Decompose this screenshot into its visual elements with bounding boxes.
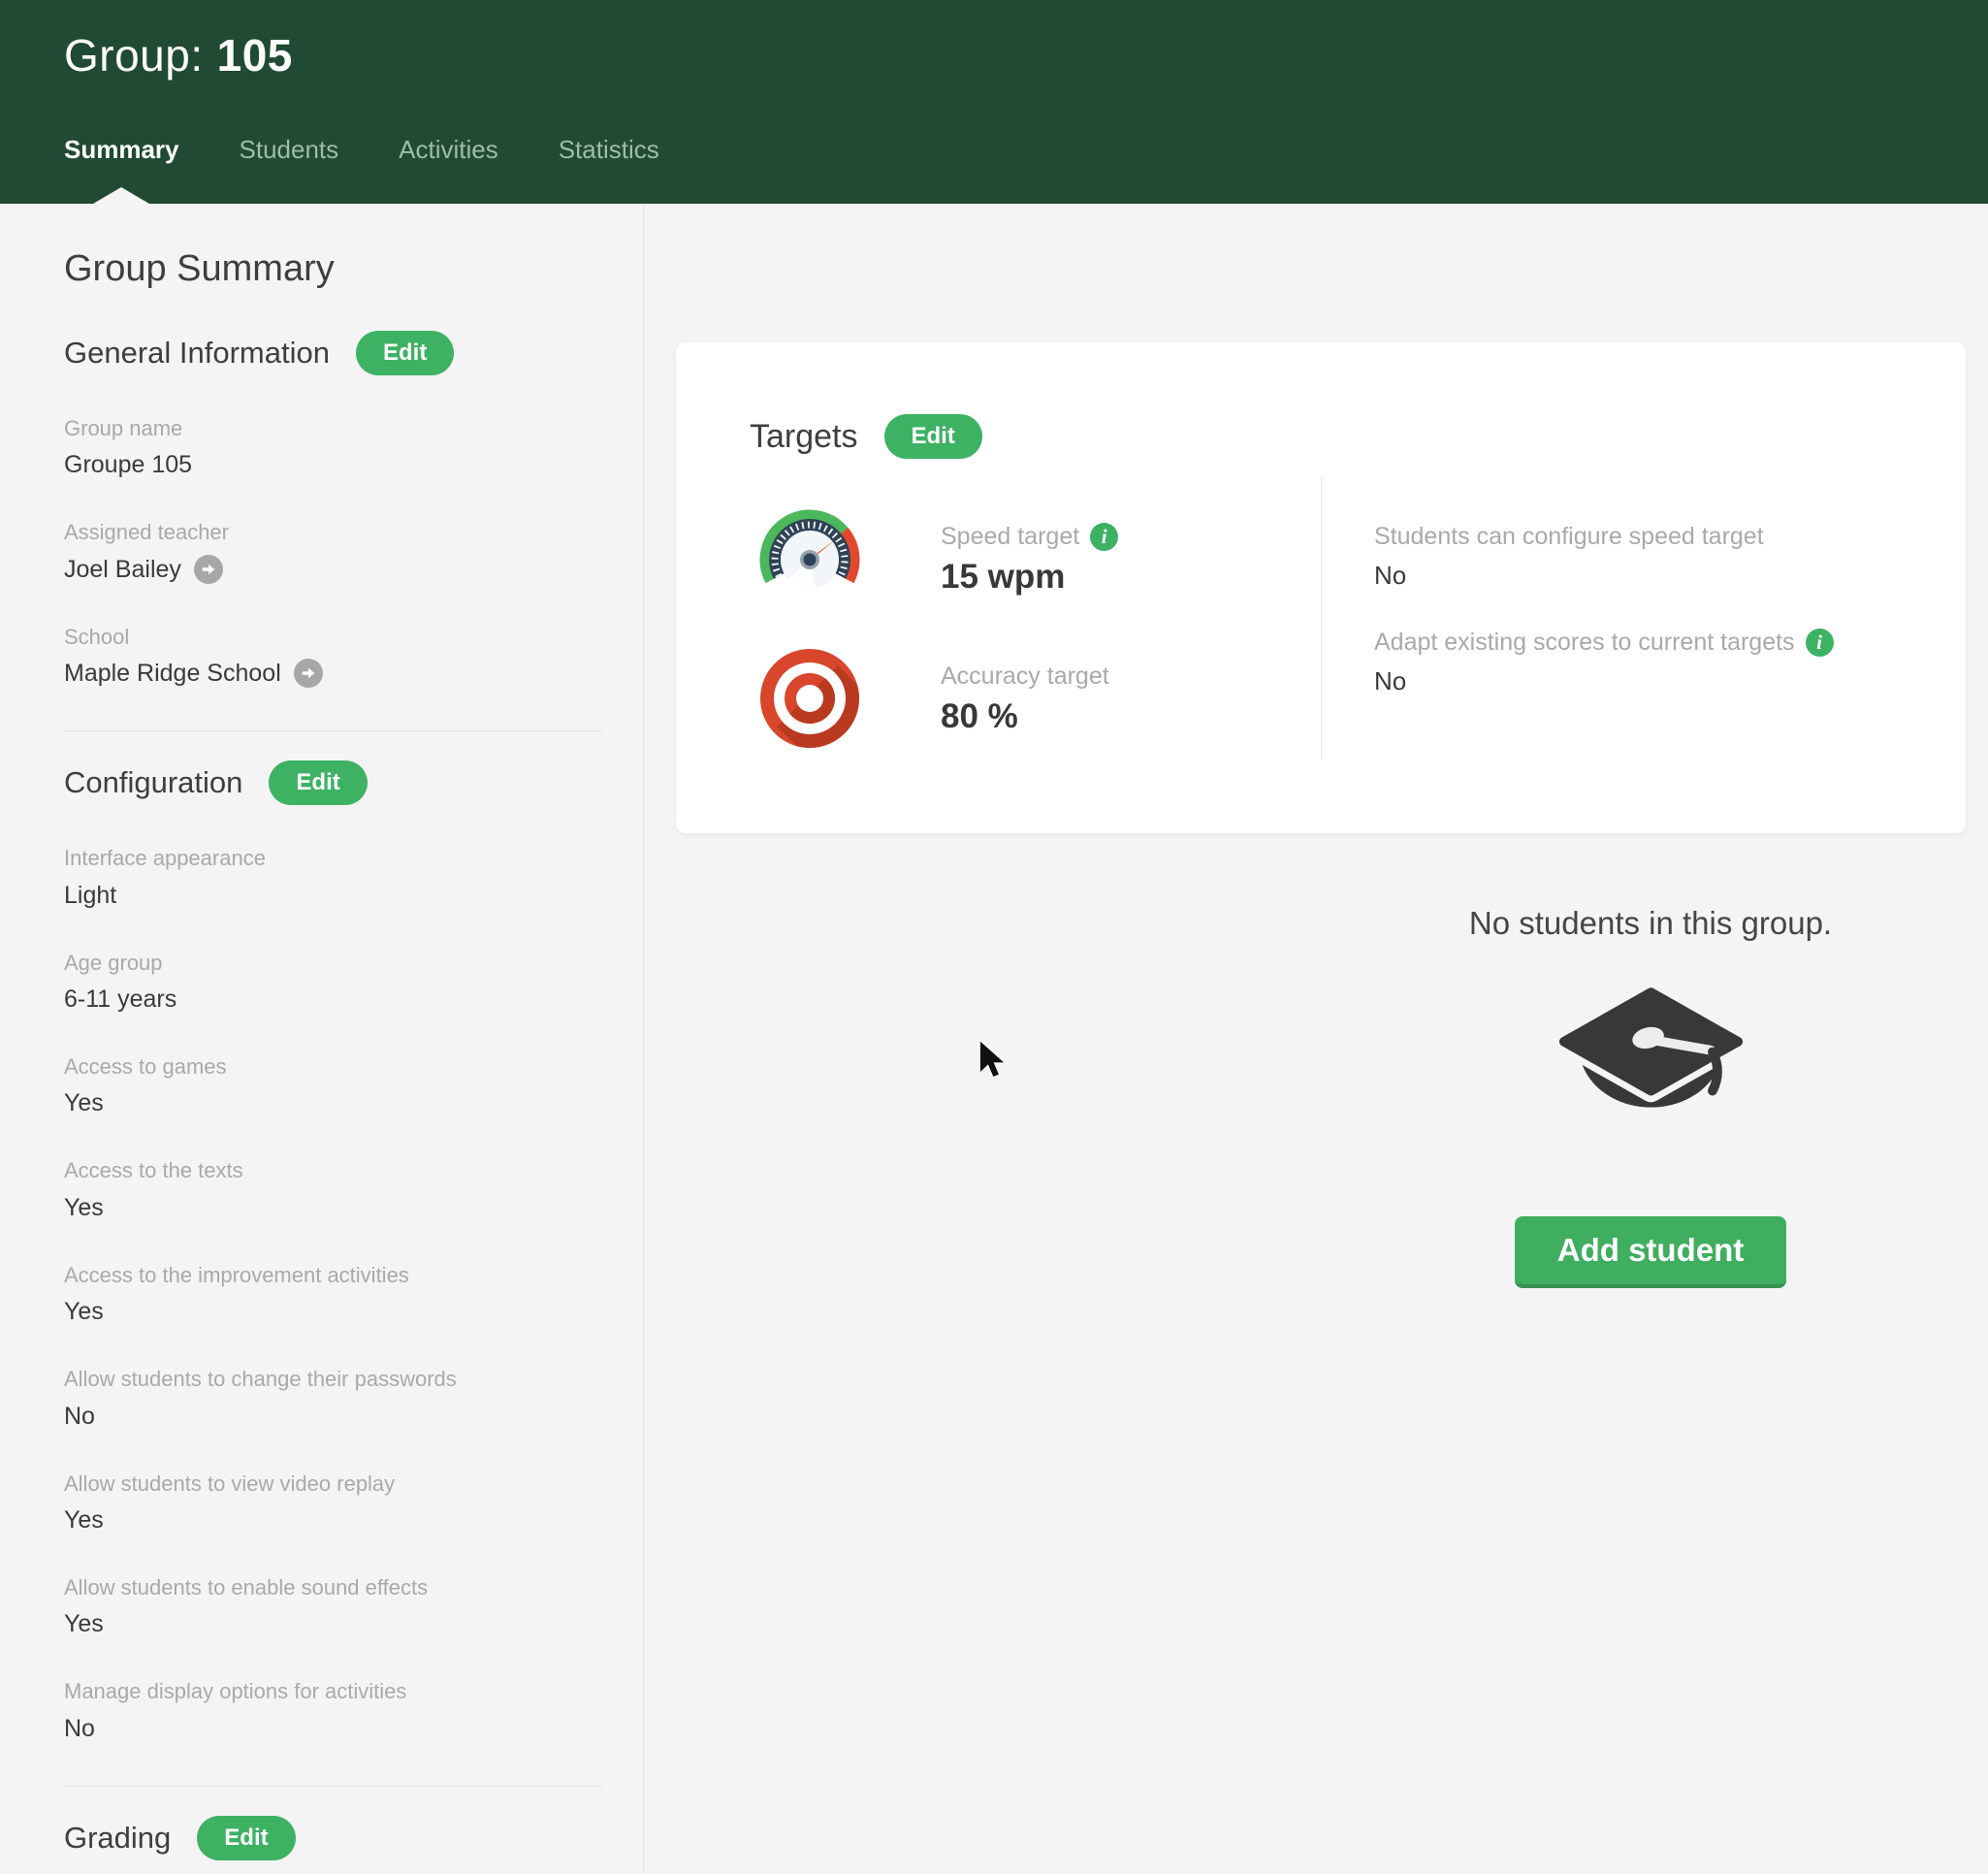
teacher-name: Joel Bailey <box>64 555 181 584</box>
speedometer-icon <box>756 507 863 597</box>
field-access-texts: Access to the texts Yes <box>64 1158 602 1221</box>
tab-activities[interactable]: Activities <box>399 135 498 204</box>
speed-target-block: Speed target 15 wpm <box>941 523 1118 597</box>
field-display-options: Manage display options for activities No <box>64 1679 602 1742</box>
field-value: Maple Ridge School <box>64 659 602 688</box>
field-value: Light <box>64 881 602 910</box>
adapt-scores-value: No <box>1374 666 1917 696</box>
accuracy-target-block: Accuracy target 80 % <box>941 662 1109 736</box>
adapt-scores-block: Adapt existing scores to current targets… <box>1374 629 1917 696</box>
field-interface-appearance: Interface appearance Light <box>64 846 602 909</box>
tab-students[interactable]: Students <box>240 135 339 204</box>
field-label: Access to games <box>64 1054 602 1080</box>
targets-title: Targets <box>750 418 858 456</box>
field-value: Joel Bailey <box>64 555 602 584</box>
targets-card: Targets Edit Speed target 15 wpm <box>676 342 1966 833</box>
field-label: Allow students to view video replay <box>64 1471 602 1497</box>
field-label: Group name <box>64 416 602 441</box>
field-label: Assigned teacher <box>64 520 602 545</box>
no-students-panel: No students in this group. Add student <box>1360 905 1941 1288</box>
field-value: 6-11 years <box>64 985 602 1014</box>
page-header: Group:105 Summary Students Activities St… <box>0 0 1988 204</box>
field-value: Yes <box>64 1609 602 1638</box>
students-configure-speed-label: Students can configure speed target <box>1374 523 1764 551</box>
tab-summary[interactable]: Summary <box>64 135 179 204</box>
add-student-button[interactable]: Add student <box>1515 1216 1786 1288</box>
speed-target-label: Speed target <box>941 523 1079 551</box>
adapt-scores-label: Adapt existing scores to current targets <box>1374 629 1795 657</box>
field-label: Allow students to change their passwords <box>64 1367 602 1392</box>
field-value: Yes <box>64 1505 602 1535</box>
info-icon[interactable] <box>1090 523 1118 551</box>
section-general-information: General Information Edit <box>64 331 602 375</box>
edit-targets-button[interactable]: Edit <box>884 414 982 459</box>
field-video-replay: Allow students to view video replay Yes <box>64 1471 602 1535</box>
general-information-title: General Information <box>64 336 330 371</box>
edit-configuration-button[interactable]: Edit <box>269 760 367 805</box>
summary-sidebar: Group Summary General Information Edit G… <box>0 204 644 1874</box>
configuration-title: Configuration <box>64 765 242 800</box>
students-configure-speed-block: Students can configure speed target No <box>1374 523 1917 591</box>
no-students-message: No students in this group. <box>1360 905 1941 942</box>
edit-general-information-button[interactable]: Edit <box>356 331 454 375</box>
tab-bar: Summary Students Activities Statistics <box>64 0 659 204</box>
accuracy-target-value: 80 % <box>941 697 1109 736</box>
group-page: Group:105 Summary Students Activities St… <box>0 0 1988 1874</box>
tab-statistics[interactable]: Statistics <box>559 135 659 204</box>
field-value: Yes <box>64 1088 602 1117</box>
field-label: Allow students to enable sound effects <box>64 1575 602 1600</box>
field-access-improvement: Access to the improvement activities Yes <box>64 1263 602 1326</box>
field-value: Yes <box>64 1193 602 1222</box>
grading-title: Grading <box>64 1821 171 1856</box>
speed-target-value: 15 wpm <box>941 558 1118 597</box>
field-assigned-teacher: Assigned teacher Joel Bailey <box>64 520 602 583</box>
field-label: Manage display options for activities <box>64 1679 602 1704</box>
arrow-circle-icon[interactable] <box>194 555 223 584</box>
field-value: Groupe 105 <box>64 450 602 479</box>
edit-grading-button[interactable]: Edit <box>197 1816 295 1860</box>
sidebar-divider <box>64 1786 602 1787</box>
field-change-passwords: Allow students to change their passwords… <box>64 1367 602 1430</box>
section-grading: Grading Edit <box>64 1816 602 1860</box>
school-name: Maple Ridge School <box>64 659 281 688</box>
section-configuration: Configuration Edit <box>64 760 602 805</box>
info-icon[interactable] <box>1806 629 1834 657</box>
arrow-circle-icon[interactable] <box>294 659 323 688</box>
graduation-cap-icon <box>1556 985 1746 1127</box>
field-sound-effects: Allow students to enable sound effects Y… <box>64 1575 602 1638</box>
field-group-name: Group name Groupe 105 <box>64 416 602 479</box>
students-configure-speed-value: No <box>1374 561 1917 591</box>
field-value: No <box>64 1714 602 1743</box>
field-label: Access to the texts <box>64 1158 602 1183</box>
mouse-cursor <box>978 1040 1007 1081</box>
field-value: No <box>64 1402 602 1431</box>
field-label: Access to the improvement activities <box>64 1263 602 1288</box>
field-value: Yes <box>64 1297 602 1326</box>
field-label: School <box>64 625 602 650</box>
field-school: School Maple Ridge School <box>64 625 602 688</box>
accuracy-target-label: Accuracy target <box>941 662 1109 691</box>
field-age-group: Age group 6-11 years <box>64 951 602 1014</box>
group-summary-heading: Group Summary <box>64 248 602 290</box>
bullseye-icon <box>756 645 863 752</box>
field-access-games: Access to games Yes <box>64 1054 602 1117</box>
field-label: Age group <box>64 951 602 976</box>
card-vertical-divider <box>1321 476 1322 759</box>
sidebar-divider <box>64 730 602 731</box>
field-label: Interface appearance <box>64 846 602 871</box>
